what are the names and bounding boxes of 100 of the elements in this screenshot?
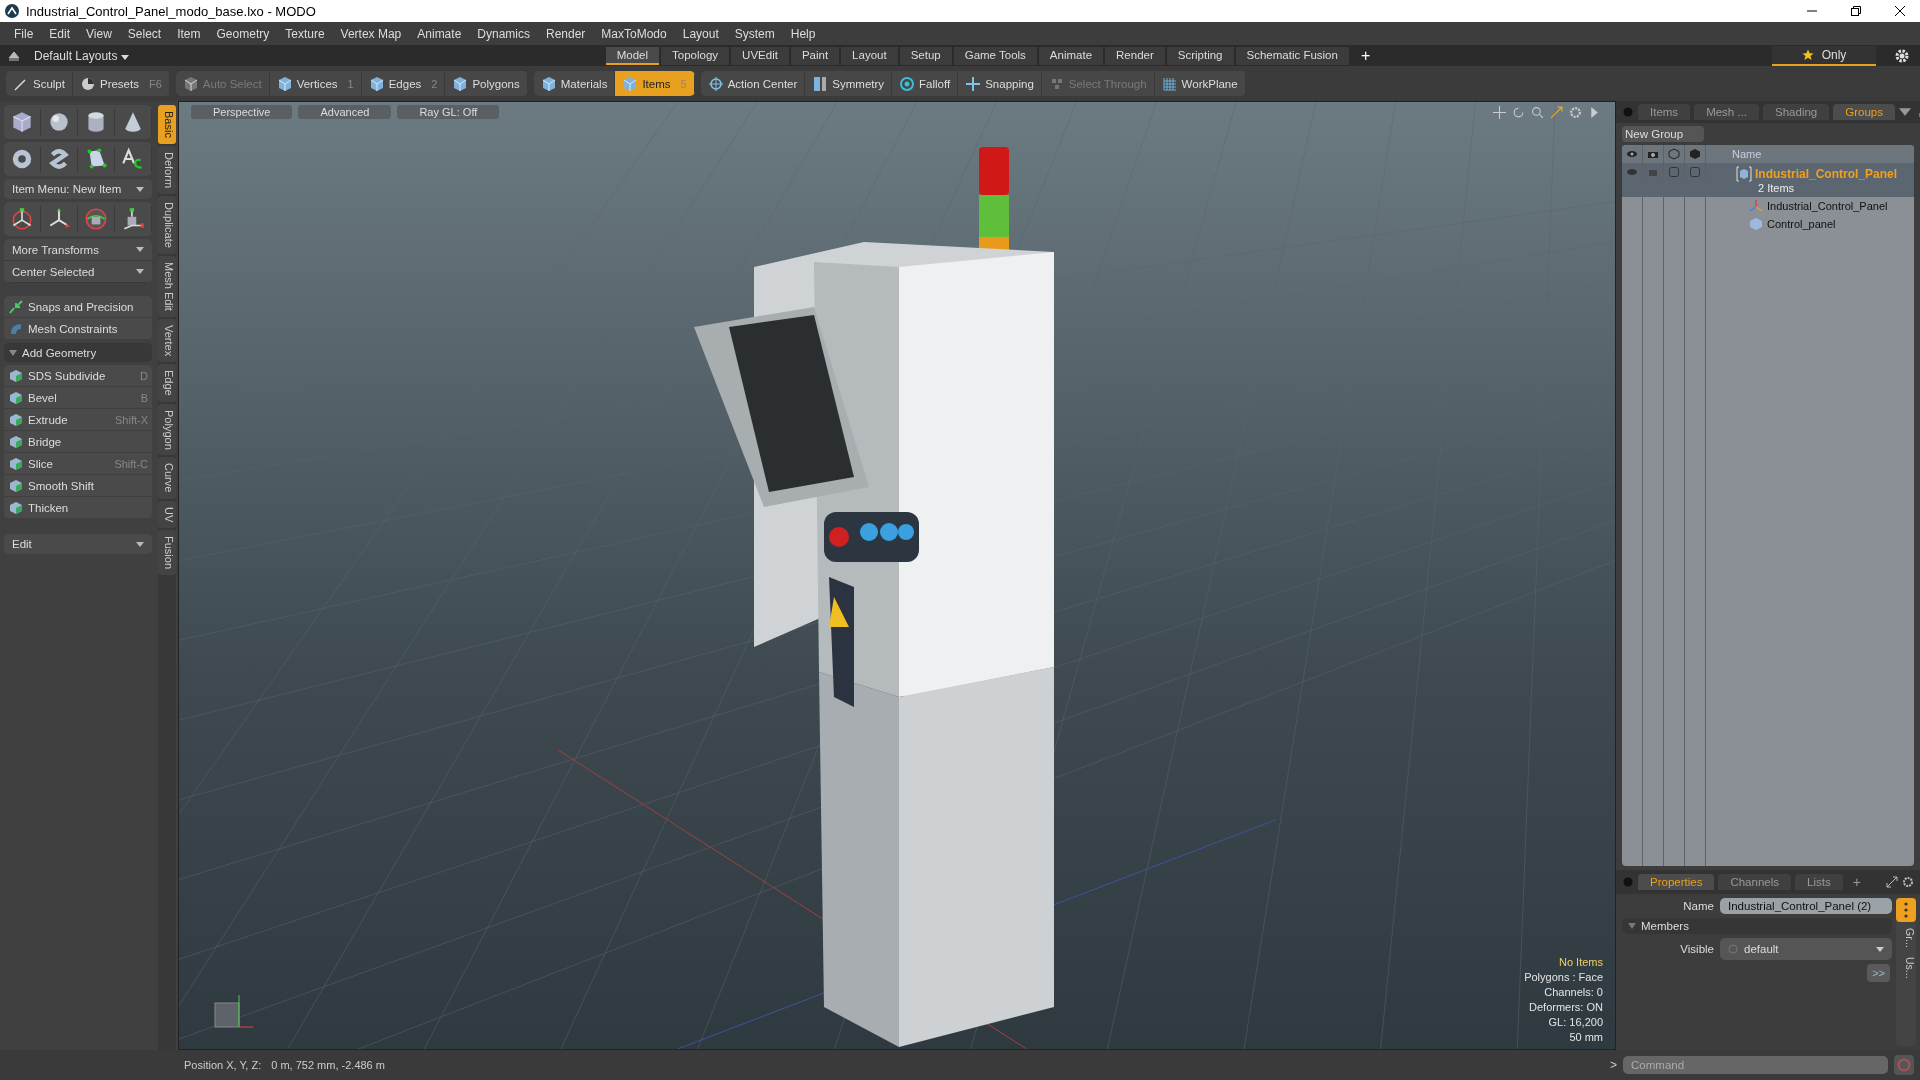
group-row[interactable]: Industrial_Control_Panel 2 Items <box>1622 163 1914 197</box>
tool-button[interactable]: Extrude Shift-X <box>4 409 152 431</box>
panel-tab[interactable]: Groups <box>1833 104 1895 120</box>
menu-item[interactable]: Render <box>538 26 594 41</box>
menu-item[interactable]: Vertex Map <box>332 26 410 41</box>
transform-dropdown[interactable]: Center Selected <box>4 261 152 283</box>
panel-tab[interactable]: Mesh ... <box>1694 104 1760 120</box>
close-icon[interactable] <box>1894 5 1906 17</box>
expand-icon[interactable] <box>1886 876 1898 888</box>
panel-tab[interactable]: Properties <box>1638 874 1715 890</box>
vertical-tab[interactable]: Fusion <box>158 530 176 576</box>
toolbar-button[interactable]: Symmetry <box>805 71 893 96</box>
visible-dropdown[interactable]: default <box>1720 938 1892 960</box>
vertical-tab[interactable]: Mesh Edit <box>158 255 176 317</box>
vertical-tab[interactable]: UV <box>158 500 176 529</box>
menu-item[interactable]: MaxToModo <box>593 26 675 41</box>
up-arrow-icon[interactable] <box>8 49 20 62</box>
vertical-tab[interactable]: Vertex <box>158 318 176 362</box>
layout-tab[interactable]: Paint <box>790 46 840 65</box>
command-field[interactable]: Command <box>1623 1056 1888 1074</box>
panel-tab[interactable]: Items <box>1638 104 1691 120</box>
panel-tab[interactable]: Channels <box>1718 874 1791 890</box>
viewport[interactable]: Perspective Advanced Ray GL: Off No Items Polygons : Face Channels: 0 Deformers: ON GL: 16,200 50 mm <box>178 101 1616 1050</box>
options-icon[interactable] <box>1896 898 1916 922</box>
vertical-tab[interactable]: Basic <box>158 105 176 144</box>
edit-dropdown[interactable]: Edit <box>4 534 152 554</box>
toolbar-button[interactable]: Items 5 <box>615 71 695 96</box>
menu-item[interactable]: System <box>726 26 783 41</box>
menu-item[interactable]: Edit <box>41 26 79 41</box>
viewport-button[interactable]: Ray GL: Off <box>397 105 500 119</box>
settings-icon[interactable] <box>1894 47 1910 64</box>
add-tab-button[interactable]: + <box>1350 46 1381 65</box>
new-group-button[interactable]: New Group <box>1622 126 1704 142</box>
section-header[interactable]: Members <box>1622 918 1892 934</box>
toolbar-button[interactable]: Edges 2 <box>361 71 446 96</box>
tool-button[interactable]: Bevel B <box>4 387 152 409</box>
layout-tab[interactable]: UVEdit <box>731 46 789 65</box>
menu-item[interactable]: Animate <box>409 26 470 41</box>
menu-item[interactable]: Item <box>169 26 209 41</box>
only-button[interactable]: Only <box>1772 45 1876 66</box>
toolbar-button[interactable]: Vertices 1 <box>269 71 362 96</box>
layout-tab[interactable]: Layout <box>841 46 898 65</box>
vertical-tab[interactable]: Edge <box>158 363 176 402</box>
layout-tab[interactable]: Game Tools <box>953 46 1037 65</box>
layout-tab[interactable]: Animate <box>1038 46 1104 65</box>
tool-button[interactable]: Thicken <box>4 497 152 519</box>
vertical-tab[interactable]: Duplicate <box>158 195 176 254</box>
side-tab[interactable]: Us... <box>1896 953 1916 982</box>
move-view-icon[interactable] <box>1493 106 1506 119</box>
toolbar-button[interactable]: Presets F6 <box>72 71 170 96</box>
vertical-tab[interactable]: Polygon <box>158 403 176 456</box>
layout-tab[interactable]: Scripting <box>1166 46 1234 65</box>
layout-tab[interactable]: Topology <box>661 46 730 65</box>
menu-item[interactable]: Select <box>119 26 170 41</box>
rotate-view-icon[interactable] <box>1512 106 1525 119</box>
tool-button[interactable]: Bridge <box>4 431 152 453</box>
section-header[interactable]: Add Geometry <box>4 343 152 362</box>
menu-item[interactable]: Dynamics <box>469 26 538 41</box>
tool-button[interactable]: SDS Subdivide D <box>4 365 152 387</box>
layout-tab[interactable]: Render <box>1105 46 1165 65</box>
menu-item[interactable]: Help <box>782 26 824 41</box>
viewport-button[interactable]: Advanced <box>298 105 392 119</box>
toolbar-button[interactable]: Snapping <box>958 71 1042 96</box>
menu-item[interactable]: Geometry <box>208 26 278 41</box>
side-tab[interactable]: Gr... <box>1896 925 1916 951</box>
toolbar-button[interactable]: WorkPlane <box>1154 71 1246 96</box>
panel-tab[interactable]: Lists <box>1795 874 1843 890</box>
tool-button[interactable]: Smooth Shift <box>4 475 152 497</box>
restore-icon[interactable] <box>1850 5 1862 17</box>
panel-tab[interactable]: Shading <box>1763 104 1830 120</box>
add-tab-button[interactable]: + <box>1846 874 1867 890</box>
arrow-right-icon[interactable] <box>1588 106 1601 119</box>
layout-tab[interactable]: Setup <box>899 46 952 65</box>
toolbar-button[interactable]: Polygons <box>445 71 528 96</box>
tool-button[interactable]: Slice Shift-C <box>4 453 152 475</box>
vertical-tab[interactable]: Curve <box>158 457 176 499</box>
layouts-dropdown[interactable]: Default Layouts <box>34 48 174 63</box>
vertical-tab[interactable]: Deform <box>158 145 176 194</box>
cube-icon <box>8 411 24 428</box>
viewport-button[interactable]: Perspective <box>191 105 293 119</box>
toolbar-button[interactable]: Sculpt <box>6 71 73 96</box>
name-field[interactable]: Industrial_Control_Panel (2) <box>1720 898 1892 914</box>
menu-item[interactable]: View <box>78 26 120 41</box>
toolbar-button[interactable]: Falloff <box>892 71 959 96</box>
menu-item[interactable]: File <box>6 26 42 41</box>
tree-item[interactable]: Control_panel <box>1706 215 1836 233</box>
settings-icon[interactable] <box>1902 876 1914 888</box>
more-button[interactable]: >> <box>1867 964 1890 982</box>
tool-button[interactable]: Mesh Constraints <box>4 318 152 340</box>
tree-item[interactable]: Industrial_Control_Panel <box>1706 197 1888 215</box>
item-menu-dropdown[interactable]: Item Menu: New Item <box>4 179 152 199</box>
menu-item[interactable]: Layout <box>674 26 727 41</box>
dropdown-icon[interactable] <box>1898 106 1911 118</box>
toolbar-button[interactable]: Action Center <box>700 71 806 96</box>
transform-dropdown[interactable]: More Transforms <box>4 239 152 261</box>
layout-tab[interactable]: Schematic Fusion <box>1235 46 1349 65</box>
layout-tab[interactable]: Model <box>605 46 660 65</box>
menu-item[interactable]: Texture <box>277 26 333 41</box>
tool-button[interactable]: Snaps and Precision <box>4 296 152 318</box>
zoom-icon[interactable] <box>1531 106 1544 119</box>
